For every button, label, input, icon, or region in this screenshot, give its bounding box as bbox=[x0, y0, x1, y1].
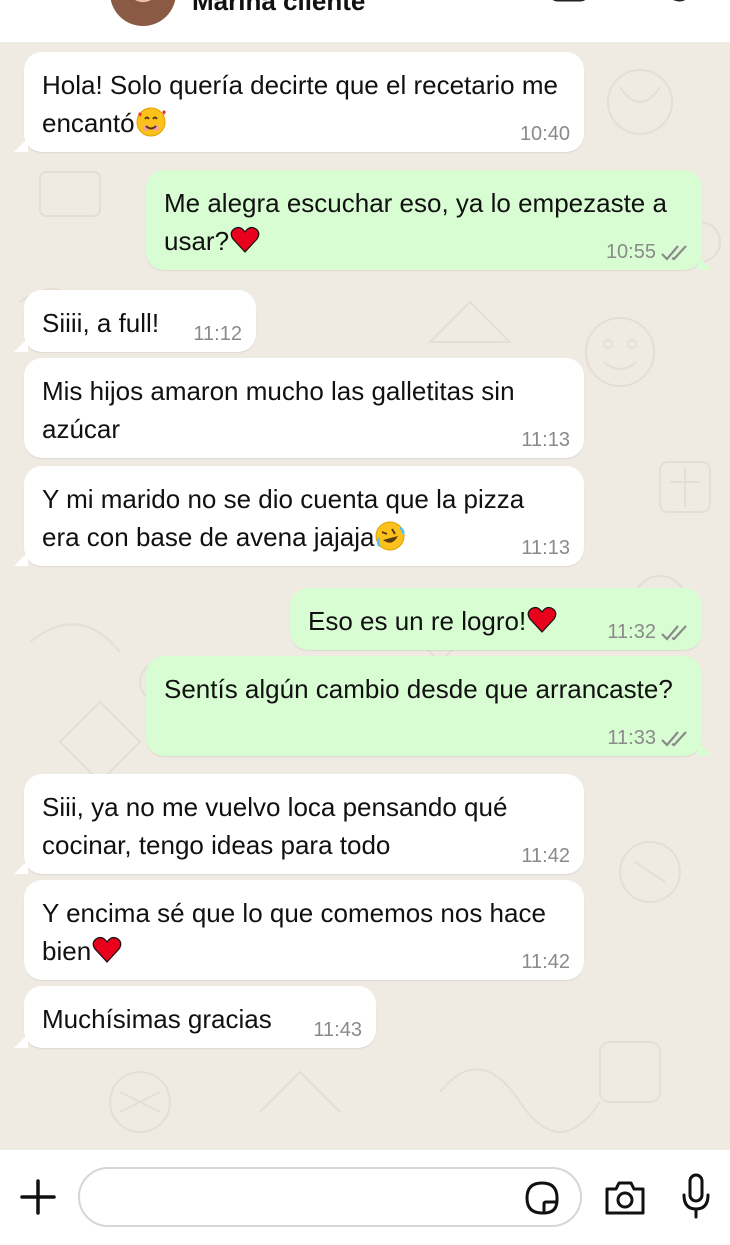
message-composer bbox=[0, 1150, 730, 1245]
message-text: Siii, ya no me vuelvo loca pensando qué … bbox=[42, 792, 508, 860]
message-time: 11:33 bbox=[607, 727, 656, 749]
contact-name[interactable]: Marina cliente bbox=[192, 0, 365, 17]
plus-icon[interactable] bbox=[18, 1177, 58, 1217]
back-arrow-icon[interactable] bbox=[28, 0, 58, 12]
message-time: 11:43 bbox=[313, 1019, 362, 1041]
message-bubble-incoming[interactable]: Mis hijos amaron mucho las galletitas si… bbox=[24, 358, 584, 458]
message-bubble-incoming[interactable]: Y mi marido no se dio cuenta que la pizz… bbox=[14, 466, 584, 566]
chat-area[interactable]: Hola! Solo quería decirte que el recetar… bbox=[0, 42, 730, 1150]
message-time: 11:32 bbox=[607, 621, 656, 643]
message-bubble-incoming[interactable]: Hola! Solo quería decirte que el recetar… bbox=[14, 52, 584, 152]
read-receipt-icon bbox=[661, 245, 687, 261]
message-time: 10:55 bbox=[605, 241, 656, 263]
red-heart-icon bbox=[527, 606, 557, 633]
red-heart-icon bbox=[230, 226, 260, 253]
message-text: Mis hijos amaron mucho las galletitas si… bbox=[42, 376, 515, 444]
message-bubble-incoming[interactable]: Siiii, a full! 11:12 bbox=[14, 290, 256, 352]
message-text: Sentís algún cambio desde que arrancaste… bbox=[164, 674, 673, 704]
read-receipt-icon bbox=[661, 625, 687, 641]
message-bubble-outgoing[interactable]: Me alegra escuchar eso, ya lo empezaste … bbox=[146, 170, 712, 270]
message-time: 11:42 bbox=[521, 845, 570, 867]
message-time: 11:42 bbox=[521, 951, 570, 973]
phone-call-icon[interactable] bbox=[655, 0, 695, 12]
red-heart-icon bbox=[92, 936, 122, 963]
message-text: Hola! Solo quería decirte que el recetar… bbox=[42, 70, 558, 138]
microphone-icon[interactable] bbox=[680, 1173, 712, 1219]
read-receipt-icon bbox=[661, 731, 687, 747]
rolling-on-floor-laughing-icon bbox=[375, 521, 405, 551]
avatar[interactable] bbox=[110, 0, 176, 26]
message-text: Y encima sé que lo que comemos nos hace … bbox=[42, 898, 546, 966]
message-input[interactable] bbox=[78, 1167, 582, 1227]
video-call-icon[interactable] bbox=[550, 0, 600, 12]
message-text: Muchísimas gracias bbox=[42, 1004, 272, 1034]
message-time: 11:13 bbox=[521, 429, 570, 451]
sticker-icon[interactable] bbox=[524, 1180, 560, 1216]
smiling-face-with-hearts-icon bbox=[136, 107, 166, 137]
message-time: 11:13 bbox=[521, 537, 570, 559]
message-bubble-incoming[interactable]: Siii, ya no me vuelvo loca pensando qué … bbox=[14, 774, 584, 874]
camera-icon[interactable] bbox=[603, 1179, 647, 1217]
message-bubble-incoming[interactable]: Y encima sé que lo que comemos nos hace … bbox=[24, 880, 584, 980]
message-time: 10:40 bbox=[519, 123, 570, 145]
message-bubble-outgoing[interactable]: Eso es un re logro! 11:32 bbox=[290, 588, 702, 650]
message-bubble-outgoing[interactable]: Sentís algún cambio desde que arrancaste… bbox=[146, 656, 712, 756]
chat-header: Marina cliente bbox=[0, 0, 730, 42]
message-bubble-incoming[interactable]: Muchísimas gracias 11:43 bbox=[14, 986, 376, 1048]
message-time: 11:12 bbox=[193, 323, 242, 345]
message-text: Y mi marido no se dio cuenta que la pizz… bbox=[42, 484, 525, 552]
